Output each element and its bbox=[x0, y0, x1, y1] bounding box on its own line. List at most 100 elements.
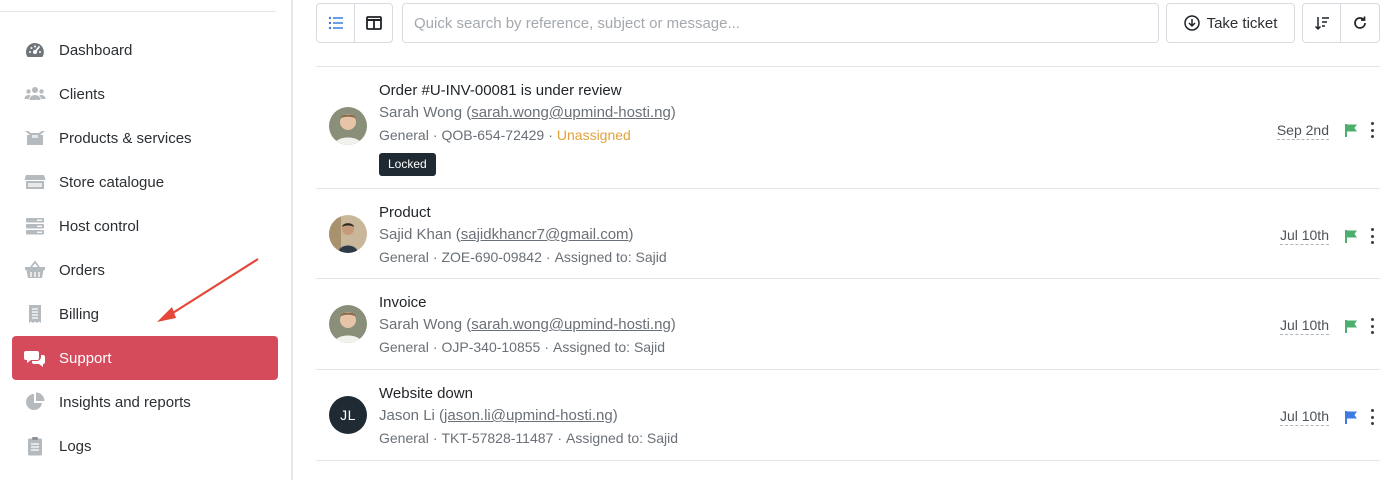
requester-name: Sajid Khan bbox=[379, 226, 452, 243]
sidebar-item-label: Orders bbox=[59, 261, 105, 279]
sidebar-item-label: Host control bbox=[59, 217, 140, 235]
download-circle-icon bbox=[1183, 15, 1200, 31]
ticket-assignment: Assigned to: Sajid bbox=[554, 249, 667, 265]
sidebar-item-label: Support bbox=[59, 349, 112, 367]
store-icon bbox=[22, 172, 48, 192]
list-view-button[interactable] bbox=[316, 3, 355, 43]
ticket-body: Invoice Sarah Wong (sarah.wong@upmind-ho… bbox=[379, 294, 676, 356]
sidebar-item-label: Products & services bbox=[59, 129, 192, 147]
requester-email[interactable]: sajidkhancr7@gmail.com bbox=[461, 226, 629, 243]
server-icon bbox=[22, 216, 48, 236]
ticket-row[interactable]: Invoice Sarah Wong (sarah.wong@upmind-ho… bbox=[316, 279, 1380, 370]
sidebar-nav: Dashboard Clients Products & services St… bbox=[12, 28, 278, 468]
ticket-requester: Jason Li (jason.li@upmind-hosti.ng) bbox=[379, 407, 618, 424]
more-options-icon[interactable] bbox=[1369, 318, 1375, 334]
more-options-icon[interactable] bbox=[1369, 228, 1375, 244]
ticket-date: Sep 2nd bbox=[1276, 122, 1329, 140]
avatar bbox=[329, 107, 367, 145]
more-options-icon[interactable] bbox=[1369, 409, 1375, 425]
ticket-toolbar: Take ticket bbox=[316, 3, 1380, 43]
take-ticket-label: Take ticket bbox=[1206, 14, 1278, 32]
users-icon bbox=[22, 84, 48, 104]
refresh-button[interactable] bbox=[1340, 3, 1380, 43]
sidebar-item-host-control[interactable]: Host control bbox=[12, 204, 278, 248]
ticket-subject: Product bbox=[379, 204, 431, 221]
requester-email[interactable]: sarah.wong@upmind-hosti.ng bbox=[471, 316, 671, 333]
flag-icon[interactable] bbox=[1344, 229, 1358, 243]
sidebar-item-store-catalogue[interactable]: Store catalogue bbox=[12, 160, 278, 204]
requester-email[interactable]: sarah.wong@upmind-hosti.ng bbox=[471, 104, 671, 121]
sidebar-item-label: Billing bbox=[59, 305, 100, 323]
requester-name: Sarah Wong bbox=[379, 104, 463, 121]
sidebar-item-support[interactable]: Support bbox=[12, 336, 278, 380]
ticket-requester: Sarah Wong (sarah.wong@upmind-hosti.ng) bbox=[379, 316, 676, 333]
ticket-date: Jul 10th bbox=[1279, 408, 1329, 426]
ticket-body: Website down Jason Li (jason.li@upmind-h… bbox=[379, 385, 678, 447]
flag-icon[interactable] bbox=[1344, 410, 1358, 424]
sidebar-item-products-services[interactable]: Products & services bbox=[12, 116, 278, 160]
chat-bubbles-icon bbox=[22, 348, 48, 368]
ticket-assignment: Assigned to: Sajid bbox=[565, 430, 679, 446]
ticket-assignment: Unassigned bbox=[556, 127, 631, 143]
ticket-department: General bbox=[379, 339, 429, 355]
ticket-meta: General · TKT-57828-11487 · Assigned to: Saj… bbox=[379, 430, 679, 446]
sidebar-item-label: Clients bbox=[59, 85, 105, 103]
columns-icon bbox=[365, 16, 382, 30]
pie-chart-icon bbox=[22, 392, 48, 412]
ticket-row[interactable]: Order #U-INV-00081 is under review Sarah… bbox=[316, 67, 1380, 189]
locked-badge: Locked bbox=[379, 153, 436, 176]
ticket-meta: General · ZOE-690-09842 · Assigned to: Sajid bbox=[379, 249, 667, 265]
refresh-icon bbox=[1354, 16, 1366, 29]
avatar bbox=[329, 305, 367, 343]
ticket-reference: OJP-340-10855 bbox=[441, 339, 541, 355]
avatar bbox=[329, 215, 367, 253]
basket-icon bbox=[22, 260, 48, 280]
ticket-subject: Invoice bbox=[379, 294, 427, 311]
sidebar-item-label: Logs bbox=[59, 437, 92, 455]
sidebar-item-insights-reports[interactable]: Insights and reports bbox=[12, 380, 278, 424]
ticket-department: General bbox=[379, 430, 429, 446]
ticket-body: Order #U-INV-00081 is under review Sarah… bbox=[379, 82, 676, 176]
ticket-body: Product Sajid Khan (sajidkhancr7@gmail.c… bbox=[379, 204, 667, 266]
search-input[interactable] bbox=[402, 3, 1159, 43]
support-app: Dashboard Clients Products & services St… bbox=[0, 0, 1396, 480]
ticket-date: Jul 10th bbox=[1279, 227, 1329, 245]
sidebar-item-logs[interactable]: Logs bbox=[12, 424, 278, 468]
ticket-department: General bbox=[379, 249, 429, 265]
receipt-icon bbox=[22, 304, 48, 324]
ticket-date: Jul 10th bbox=[1279, 317, 1329, 335]
sidebar-item-clients[interactable]: Clients bbox=[12, 72, 278, 116]
split-view-button[interactable] bbox=[354, 3, 393, 43]
ticket-row[interactable]: JL Website down Jason Li (jason.li@upmin… bbox=[316, 370, 1380, 461]
flag-icon[interactable] bbox=[1344, 319, 1358, 333]
sort-icon bbox=[1314, 17, 1329, 31]
sort-button[interactable] bbox=[1302, 3, 1341, 43]
sidebar-item-orders[interactable]: Orders bbox=[12, 248, 278, 292]
ticket-subject: Website down bbox=[379, 385, 473, 402]
ticket-reference: ZOE-690-09842 bbox=[441, 249, 542, 265]
avatar: JL bbox=[329, 396, 367, 434]
take-ticket-button[interactable]: Take ticket bbox=[1166, 3, 1295, 43]
ticket-requester: Sarah Wong (sarah.wong@upmind-hosti.ng) bbox=[379, 104, 676, 121]
dashboard-gauge-icon bbox=[22, 40, 48, 60]
sidebar-item-label: Dashboard bbox=[59, 41, 133, 59]
ticket-department: General bbox=[379, 127, 429, 143]
ticket-meta: General · OJP-340-10855 · Assigned to: Sajid bbox=[379, 339, 666, 355]
sidebar-item-billing[interactable]: Billing bbox=[12, 292, 278, 336]
sidebar-item-label: Store catalogue bbox=[59, 173, 165, 191]
ticket-row[interactable]: Product Sajid Khan (sajidkhancr7@gmail.c… bbox=[316, 189, 1380, 279]
ticket-assignment: Assigned to: Sajid bbox=[553, 339, 666, 355]
requester-name: Jason Li bbox=[379, 407, 435, 424]
ticket-reference: TKT-57828-11487 bbox=[441, 430, 554, 446]
sidebar-divider bbox=[0, 11, 276, 12]
sidebar-item-dashboard[interactable]: Dashboard bbox=[12, 28, 278, 72]
sidebar: Dashboard Clients Products & services St… bbox=[0, 0, 293, 480]
more-options-icon[interactable] bbox=[1369, 122, 1375, 138]
ticket-subject: Order #U-INV-00081 is under review bbox=[379, 82, 622, 99]
sidebar-item-label: Insights and reports bbox=[59, 393, 191, 411]
requester-email[interactable]: jason.li@upmind-hosti.ng bbox=[444, 407, 613, 424]
ticket-meta: General · QOB-654-72429 · Unassigned bbox=[379, 127, 631, 143]
flag-icon[interactable] bbox=[1344, 123, 1358, 137]
list-icon bbox=[328, 16, 343, 30]
requester-name: Sarah Wong bbox=[379, 316, 463, 333]
